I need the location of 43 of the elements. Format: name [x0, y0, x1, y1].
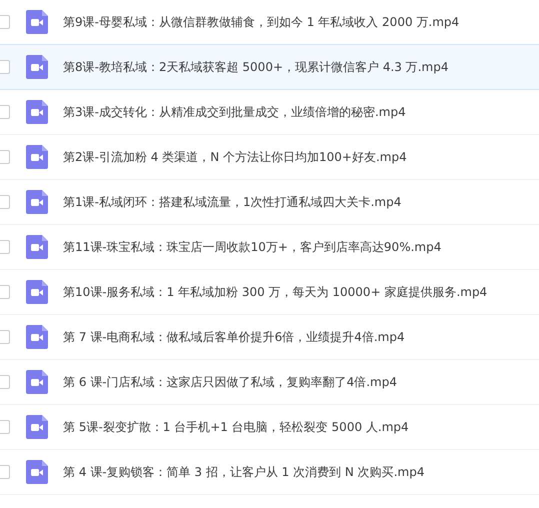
- video-file-icon: [26, 55, 48, 79]
- checkbox[interactable]: [0, 465, 10, 479]
- file-name: 第1课-私域闭环：搭建私域流量，1次性打通私域四大关卡.mp4: [63, 194, 402, 210]
- file-row[interactable]: 第8课-教培私域：2天私域获客超 5000+，现累计微信客户 4.3 万.mp4: [0, 44, 539, 90]
- file-row[interactable]: 第2课-引流加粉 4 类渠道，N 个方法让你日均加100+好友.mp4: [0, 134, 539, 180]
- video-file-icon: [26, 325, 48, 349]
- video-file-icon: [26, 280, 48, 304]
- file-row[interactable]: 第 7 课-电商私域：做私域后客单价提升6倍，业绩提升4倍.mp4: [0, 314, 539, 360]
- checkbox[interactable]: [0, 105, 10, 119]
- file-name: 第 7 课-电商私域：做私域后客单价提升6倍，业绩提升4倍.mp4: [63, 328, 405, 346]
- video-file-icon: [26, 370, 48, 394]
- file-name: 第3课-成交转化：从精准成交到批量成交，业绩倍增的秘密.mp4: [63, 104, 406, 120]
- file-name: 第8课-教培私域：2天私域获客超 5000+，现累计微信客户 4.3 万.mp4: [63, 58, 448, 76]
- checkbox[interactable]: [0, 375, 10, 389]
- file-row[interactable]: 第3课-成交转化：从精准成交到批量成交，业绩倍增的秘密.mp4: [0, 89, 539, 135]
- checkbox[interactable]: [0, 285, 10, 299]
- video-file-icon: [26, 10, 48, 34]
- video-file-icon: [26, 100, 48, 124]
- file-row[interactable]: 第10课-服务私域：1 年私域加粉 300 万，每天为 10000+ 家庭提供服务.mp4: [0, 269, 539, 315]
- file-row[interactable]: 第1课-私域闭环：搭建私域流量，1次性打通私域四大关卡.mp4: [0, 179, 539, 225]
- video-file-icon: [26, 460, 48, 484]
- file-name: 第2课-引流加粉 4 类渠道，N 个方法让你日均加100+好友.mp4: [63, 148, 407, 166]
- file-row[interactable]: 第11课-珠宝私域：珠宝店一周收款10万+，客户到店率高达90%.mp4: [0, 224, 539, 270]
- checkbox[interactable]: [0, 60, 10, 74]
- checkbox[interactable]: [0, 15, 10, 29]
- file-row[interactable]: 第 4 课-复购锁客：简单 3 招，让客户从 1 次消费到 N 次购买.mp4: [0, 449, 539, 495]
- checkbox[interactable]: [0, 330, 10, 344]
- video-file-icon: [26, 235, 48, 259]
- checkbox[interactable]: [0, 150, 10, 164]
- checkbox[interactable]: [0, 195, 10, 209]
- file-row[interactable]: 第 6 课-门店私域：这家店只因做了私域，复购率翻了4倍.mp4: [0, 359, 539, 405]
- file-name: 第11课-珠宝私域：珠宝店一周收款10万+，客户到店率高达90%.mp4: [63, 238, 442, 256]
- checkbox[interactable]: [0, 420, 10, 434]
- checkbox[interactable]: [0, 240, 10, 254]
- file-name: 第 4 课-复购锁客：简单 3 招，让客户从 1 次消费到 N 次购买.mp4: [63, 464, 424, 480]
- video-file-icon: [26, 190, 48, 214]
- file-row[interactable]: 第 5课-裂变扩散：1 台手机+1 台电脑，轻松裂变 5000 人.mp4: [0, 404, 539, 450]
- file-name: 第 6 课-门店私域：这家店只因做了私域，复购率翻了4倍.mp4: [63, 374, 397, 390]
- file-name: 第9课-母婴私域：从微信群教做辅食，到如今 1 年私域收入 2000 万.mp4: [63, 14, 460, 30]
- file-name: 第 5课-裂变扩散：1 台手机+1 台电脑，轻松裂变 5000 人.mp4: [63, 418, 409, 436]
- video-file-icon: [26, 415, 48, 439]
- file-name: 第10课-服务私域：1 年私域加粉 300 万，每天为 10000+ 家庭提供服务.mp4: [63, 284, 488, 300]
- video-file-icon: [26, 145, 48, 169]
